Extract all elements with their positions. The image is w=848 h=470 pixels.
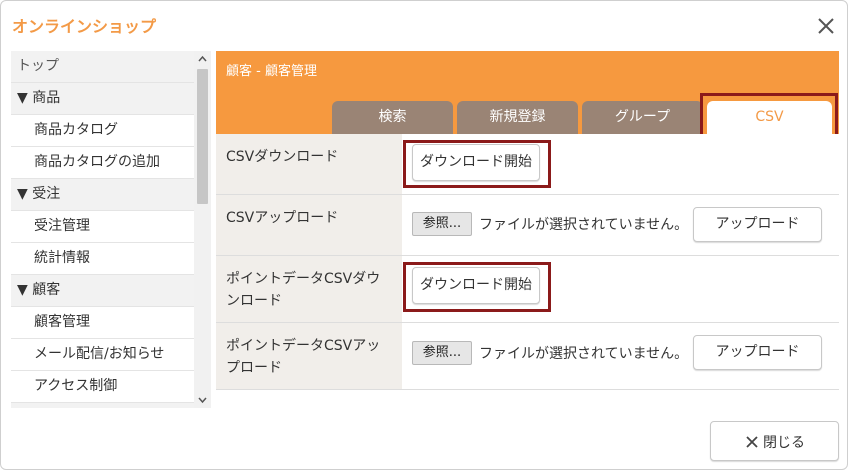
dialog: オンラインショップ トップ ▼ 商品 商品カタログ 商品カタログの追加 ▼ 受注… xyxy=(0,0,848,470)
row-csv-upload: CSVアップロード 参照... ファイルが選択されていません。 アップロード xyxy=(216,195,839,256)
panel-header: 顧客 - 顧客管理 xyxy=(216,51,839,92)
row-value: 参照... ファイルが選択されていません。 アップロード xyxy=(402,323,839,389)
row-label: ポイントデータCSVアップロード xyxy=(216,323,402,389)
scroll-up-icon[interactable] xyxy=(194,51,211,67)
sidebar-item-top[interactable]: トップ xyxy=(11,51,194,83)
dialog-title: オンラインショップ xyxy=(12,17,157,36)
row-label: CSVダウンロード xyxy=(216,134,402,194)
close-x-icon xyxy=(746,436,758,448)
point-upload-button[interactable]: アップロード xyxy=(693,335,822,370)
highlight-csv-tab xyxy=(700,93,838,138)
row-value: 参照... ファイルが選択されていません。 アップロード xyxy=(402,195,839,255)
scrollbar-thumb[interactable] xyxy=(197,69,208,204)
tab-search[interactable]: 検索 xyxy=(332,101,453,134)
browse-button[interactable]: 参照... xyxy=(412,341,472,365)
row-label: ポイントデータCSVダウンロード xyxy=(216,256,402,322)
tab-new-registration[interactable]: 新規登録 xyxy=(457,101,578,134)
sidebar-item-access-control[interactable]: アクセス制御 xyxy=(11,371,194,403)
upload-button[interactable]: アップロード xyxy=(693,207,822,242)
sidebar: トップ ▼ 商品 商品カタログ 商品カタログの追加 ▼ 受注 受注管理 統計情報… xyxy=(11,51,211,408)
scroll-down-icon[interactable] xyxy=(194,392,211,408)
sidebar-item-product-catalog[interactable]: 商品カタログ xyxy=(11,115,194,147)
sidebar-item-mail-notice[interactable]: メール配信/お知らせ xyxy=(11,339,194,371)
file-status-text: ファイルが選択されていません。 xyxy=(479,346,689,362)
sidebar-item-order-management[interactable]: 受注管理 xyxy=(11,211,194,243)
sidebar-item-partial[interactable] xyxy=(11,403,194,408)
sidebar-item-statistics[interactable]: 統計情報 xyxy=(11,243,194,275)
close-button-label: 閉じる xyxy=(763,435,805,451)
file-status-text: ファイルが選択されていません。 xyxy=(479,217,689,233)
sidebar-category-products[interactable]: ▼ 商品 xyxy=(11,83,194,115)
sidebar-category-customers[interactable]: ▼ 顧客 xyxy=(11,275,194,307)
highlight-point-download-button xyxy=(403,262,551,312)
close-icon[interactable] xyxy=(813,13,839,39)
tab-group[interactable]: グループ xyxy=(582,101,703,134)
highlight-download-button xyxy=(403,140,551,188)
close-button[interactable]: 閉じる xyxy=(710,421,839,461)
sidebar-category-orders[interactable]: ▼ 受注 xyxy=(11,179,194,211)
browse-button[interactable]: 参照... xyxy=(412,212,472,236)
sidebar-scrollbar[interactable] xyxy=(194,51,211,408)
sidebar-item-add-product[interactable]: 商品カタログの追加 xyxy=(11,147,194,179)
row-label: CSVアップロード xyxy=(216,195,402,255)
sidebar-item-customer-management[interactable]: 顧客管理 xyxy=(11,307,194,339)
row-point-csv-upload: ポイントデータCSVアップロード 参照... ファイルが選択されていません。 ア… xyxy=(216,323,839,390)
